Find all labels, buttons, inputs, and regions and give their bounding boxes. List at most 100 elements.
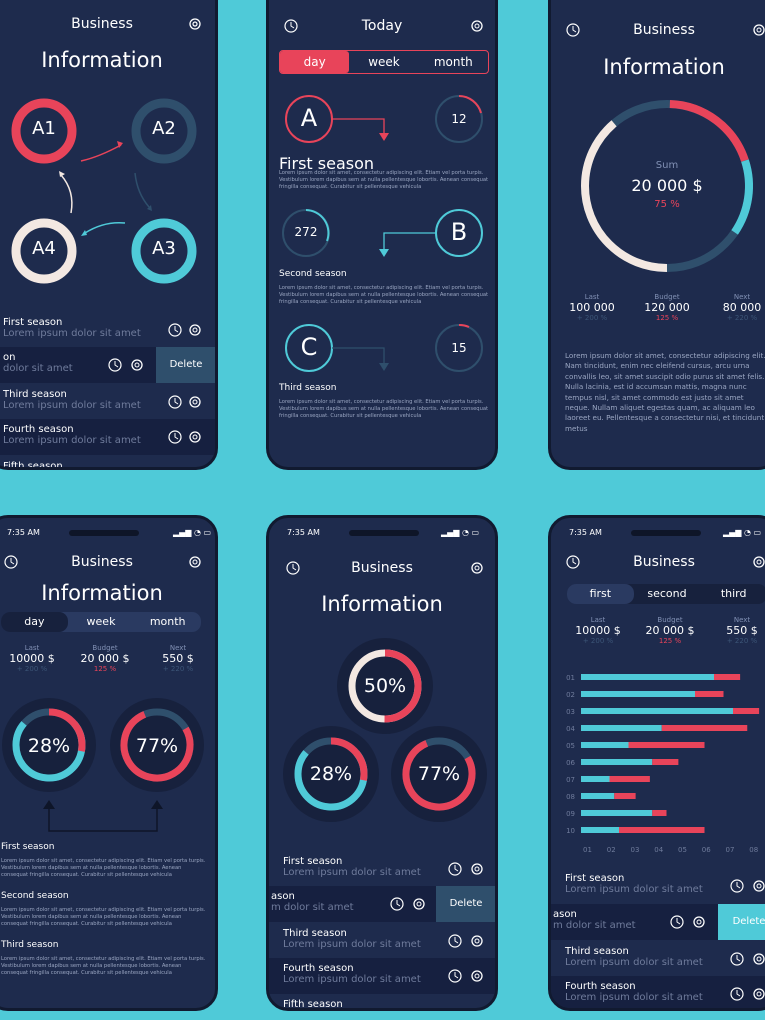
stat-next: Next 550 $ + 220 % [162, 644, 194, 673]
gear-icon[interactable] [411, 896, 427, 912]
list-item[interactable]: on dolor sit amet [3, 352, 73, 374]
donut-value: 50% [363, 675, 407, 697]
node-a1[interactable]: A1 [16, 118, 72, 139]
bar-segment [652, 810, 667, 816]
gear-icon[interactable] [751, 554, 765, 570]
gear-icon[interactable] [469, 968, 485, 984]
stat-budget: Budget 120 000 125 % [644, 293, 690, 322]
node-a2[interactable]: A2 [136, 118, 192, 139]
gear-icon[interactable] [469, 18, 485, 34]
notch [69, 530, 139, 536]
list-item[interactable]: Third season Lorem ipsum dolor sit amet [565, 946, 703, 968]
history-icon[interactable] [669, 914, 685, 930]
history-icon[interactable] [167, 322, 183, 338]
gear-icon[interactable] [187, 322, 203, 338]
list-item[interactable]: Third season Lorem ipsum dolor sit amet [3, 389, 141, 411]
history-icon[interactable] [167, 394, 183, 410]
list-item[interactable]: Fourth season Lorem ipsum dolor sit amet [565, 981, 703, 1003]
stat-next: Next 80 000 + 220 % [722, 293, 762, 322]
notch [349, 530, 419, 536]
item-title: Second season [279, 269, 347, 279]
page-heading: Information [321, 592, 443, 616]
gear-icon[interactable] [187, 429, 203, 445]
bar-segment [581, 810, 653, 816]
tab-first[interactable]: first [567, 584, 634, 604]
gear-icon[interactable] [751, 951, 765, 967]
bar-segment [628, 742, 705, 748]
gear-icon[interactable] [469, 560, 485, 576]
app-title: Business [71, 16, 133, 32]
tab-day[interactable]: day [280, 51, 350, 73]
history-icon[interactable] [107, 357, 123, 373]
phone-screen-today: Today day week month A 12 First season L… [266, 0, 498, 470]
history-icon[interactable] [729, 951, 745, 967]
list-item[interactable]: Third season Lorem ipsum dolor sit amet [283, 928, 421, 950]
gear-icon[interactable] [691, 914, 707, 930]
gear-icon[interactable] [751, 22, 765, 38]
app-title: Today [361, 18, 403, 34]
history-icon[interactable] [729, 986, 745, 1002]
stat-next: Next 550 $ + 220 % [726, 616, 758, 645]
history-icon[interactable] [447, 933, 463, 949]
list-item[interactable]: First season Lorem ipsum dolor sit amet [283, 856, 421, 878]
history-icon[interactable] [729, 878, 745, 894]
notch [631, 530, 701, 536]
gear-icon[interactable] [469, 933, 485, 949]
bar-segment [581, 691, 695, 697]
history-icon[interactable] [447, 861, 463, 877]
gear-icon[interactable] [751, 986, 765, 1002]
phone-screen-donuts: 7:35 AM ▂▄▆ ◔ ▭ Business Information day… [0, 515, 218, 1011]
tab-month[interactable]: month [134, 612, 201, 632]
list-item[interactable]: Fifth season [283, 999, 343, 1008]
list-item[interactable]: Fifth season [3, 461, 63, 467]
tab-day[interactable]: day [1, 612, 68, 632]
y-tick-label: 03 [566, 708, 575, 716]
section-desc: Lorem ipsum dolor sit amet, consectetur … [1, 956, 206, 976]
section-title: First season [1, 842, 55, 852]
tab-third[interactable]: third [700, 584, 765, 604]
tab-week[interactable]: week [349, 51, 418, 73]
bar-segment [581, 827, 619, 833]
tab-week[interactable]: week [68, 612, 135, 632]
gear-icon[interactable] [187, 554, 203, 570]
donut-value: 28% [27, 735, 71, 757]
list-item[interactable]: Fourth season Lorem ipsum dolor sit amet [283, 963, 421, 985]
list-item[interactable]: ason m dolor sit amet [271, 891, 354, 913]
donut-value: 77% [417, 763, 461, 785]
period-tabs: day week month [279, 50, 489, 74]
stat-budget: Budget 20 000 $125 % [645, 616, 695, 645]
tab-second[interactable]: second [634, 584, 701, 604]
stat-last: Last 10000 $ + 200 % [575, 616, 621, 645]
x-tick-label: 06 [702, 846, 711, 854]
gear-icon[interactable] [751, 878, 765, 894]
list-item[interactable]: Fourth season Lorem ipsum dolor sit amet [3, 424, 141, 446]
bar-segment [714, 674, 741, 680]
period-tabs: day week month [1, 612, 201, 632]
list-item[interactable]: First season Lorem ipsum dolor sit amet [565, 873, 703, 895]
y-tick-label: 04 [566, 725, 575, 733]
app-title: Business [351, 560, 413, 576]
app-title: Business [71, 554, 133, 570]
tab-month[interactable]: month [419, 51, 488, 73]
status-icons: ▂▄▆ ◔ ▭ [441, 528, 480, 537]
history-icon[interactable] [389, 896, 405, 912]
y-tick-label: 10 [566, 827, 575, 835]
node-a3[interactable]: A3 [136, 238, 192, 259]
node-a4[interactable]: A4 [16, 238, 72, 259]
gear-icon[interactable] [129, 357, 145, 373]
bar-segment [609, 776, 650, 782]
delete-button[interactable]: Delete [718, 904, 765, 940]
delete-button[interactable]: Delete [436, 886, 495, 922]
x-tick-label: 08 [749, 846, 758, 854]
x-tick-label: 01 [583, 846, 592, 854]
gear-icon[interactable] [187, 16, 203, 32]
history-icon[interactable] [447, 968, 463, 984]
gear-icon[interactable] [187, 394, 203, 410]
phone-screen-sum: Business Information Sum 20 000 $ 75 % L… [548, 0, 765, 470]
delete-button[interactable]: Delete [156, 347, 215, 383]
list-item[interactable]: ason m dolor sit amet [553, 909, 636, 931]
history-icon[interactable] [167, 429, 183, 445]
gear-icon[interactable] [469, 861, 485, 877]
sum-value: 20 000 $ [631, 176, 703, 195]
list-item[interactable]: First season Lorem ipsum dolor sit amet [3, 317, 141, 339]
